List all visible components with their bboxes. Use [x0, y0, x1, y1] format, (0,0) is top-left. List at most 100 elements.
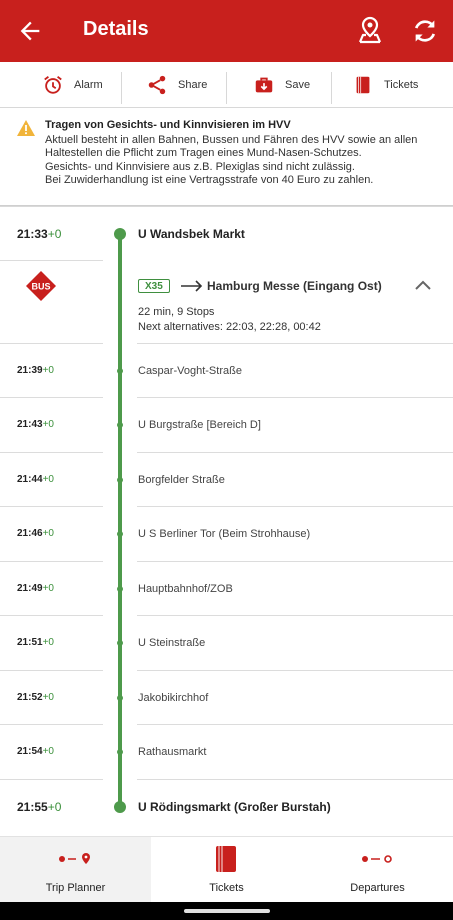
stop-time: 21:52+0 [17, 692, 54, 703]
stop-time: 21:49+0 [17, 583, 54, 594]
nav-label: Trip Planner [45, 882, 106, 894]
nav-departures[interactable]: Departures [302, 837, 453, 903]
save-button[interactable]: Save [253, 62, 310, 108]
notice-line: Gesichts- und Kinnvisiere aus z.B. Plexi… [45, 160, 355, 173]
nav-label: Tickets [209, 882, 244, 894]
share-button[interactable]: Share [146, 62, 207, 108]
nav-tickets[interactable]: Tickets [151, 837, 302, 903]
stop-marker [117, 368, 123, 374]
time-value: 21:33 [17, 227, 48, 241]
leg-duration: 22 min, 9 Stops [138, 306, 215, 318]
row-divider [137, 343, 453, 344]
row-divider [137, 506, 453, 507]
row-divider [137, 561, 453, 562]
delay-value: +0 [42, 419, 54, 430]
tickets-icon [216, 846, 236, 872]
arrival-time: 21:55+0 [17, 800, 61, 814]
warning-icon [17, 120, 35, 136]
stop-marker [117, 749, 123, 755]
stop-name: Caspar-Voght-Straße [138, 365, 242, 377]
row-divider [0, 452, 103, 453]
row-divider [137, 779, 453, 780]
time-value: 21:46 [17, 528, 43, 539]
stop-time: 21:46+0 [17, 528, 54, 539]
end-stop-name[interactable]: U Rödingsmarkt (Großer Burstah) [138, 800, 331, 814]
briefcase-download-icon [255, 77, 273, 93]
tickets-button[interactable]: Tickets [352, 62, 418, 108]
divider [331, 72, 332, 104]
time-value: 21:39 [17, 365, 43, 376]
row-divider [137, 670, 453, 671]
delay-value: +0 [42, 474, 54, 485]
nav-label: Departures [350, 882, 405, 894]
notice-line: Aktuell besteht in allen Bahnen, Bussen … [45, 134, 418, 146]
alarm-button[interactable]: Alarm [42, 62, 103, 108]
home-handle[interactable] [184, 909, 270, 913]
notice-line: Bei Zuwiderhandlung ist eine Vertragsstr… [45, 174, 374, 187]
line-badge[interactable]: X35 [138, 279, 170, 293]
stop-time: 21:54+0 [17, 746, 54, 757]
notice-title: Tragen von Gesichts- und Kinnvisieren im… [45, 119, 291, 131]
stop-marker [117, 531, 123, 537]
row-divider [0, 343, 103, 344]
stop-time: 21:51+0 [17, 637, 54, 648]
delay-value: +0 [42, 528, 54, 539]
map-pin-icon[interactable] [357, 16, 383, 44]
save-label: Save [285, 79, 311, 91]
divider [121, 72, 122, 104]
divider [226, 72, 227, 104]
trip-timeline: 21:33+0 U Wandsbek Markt BUS X35 Hamburg… [0, 206, 453, 834]
stop-marker [117, 477, 123, 483]
notice-line: Haltestellen die Pflicht zum Tragen eine… [45, 147, 362, 160]
share-icon [148, 75, 166, 95]
time-value: 21:44 [17, 474, 43, 485]
stop-marker [117, 586, 123, 592]
time-value: 21:54 [17, 746, 43, 757]
leg-alternatives[interactable]: Next alternatives: 22:03, 22:28, 00:42 [138, 321, 321, 333]
bus-icon: BUS [26, 271, 56, 301]
departures-icon [362, 855, 392, 863]
delay-value: +0 [42, 583, 54, 594]
refresh-icon[interactable] [411, 17, 439, 45]
row-divider [0, 506, 103, 507]
tickets-label: Tickets [384, 79, 419, 91]
share-label: Share [178, 79, 208, 91]
stop-time: 21:39+0 [17, 365, 54, 376]
stop-time: 21:44+0 [17, 474, 54, 485]
delay-value: +0 [47, 227, 62, 241]
stop-name: Jakobikirchhof [138, 692, 209, 704]
app-bar: Details [0, 0, 453, 62]
stop-marker [117, 640, 123, 646]
nav-trip-planner[interactable]: Trip Planner [0, 837, 151, 903]
departure-time: 21:33+0 [17, 227, 61, 241]
row-divider [137, 452, 453, 453]
row-divider [0, 615, 103, 616]
service-notice: Tragen von Gesichts- und Kinnvisieren im… [0, 109, 453, 206]
system-navigation-bar [0, 902, 453, 920]
delay-value: +0 [42, 365, 54, 376]
row-divider [137, 397, 453, 398]
row-divider [0, 779, 103, 780]
end-stop-marker [114, 801, 126, 813]
stop-name: Rathausmarkt [138, 746, 207, 758]
time-value: 21:52 [17, 692, 43, 703]
row-divider [0, 670, 103, 671]
action-bar: Alarm Share Save Tickets [0, 62, 453, 108]
route-line [118, 234, 122, 807]
delay-value: +0 [42, 692, 54, 703]
start-stop-name[interactable]: U Wandsbek Markt [138, 227, 245, 241]
leg-direction: Hamburg Messe (Eingang Ost) [207, 279, 382, 293]
arrow-left-icon[interactable] [16, 17, 44, 45]
row-divider [137, 724, 453, 725]
stop-marker [117, 695, 123, 701]
bus-mode-label: BUS [31, 282, 50, 292]
time-value: 21:51 [17, 637, 43, 648]
notice-body: Aktuell besteht in allen Bahnen, Bussen … [45, 134, 417, 188]
time-value: 21:55 [17, 800, 48, 814]
alarm-label: Alarm [74, 79, 103, 91]
row-divider [0, 397, 103, 398]
time-value: 21:49 [17, 583, 43, 594]
chevron-up-icon[interactable] [414, 279, 432, 291]
stop-name: Hauptbahnhof/ZOB [138, 583, 233, 595]
stop-marker [117, 422, 123, 428]
